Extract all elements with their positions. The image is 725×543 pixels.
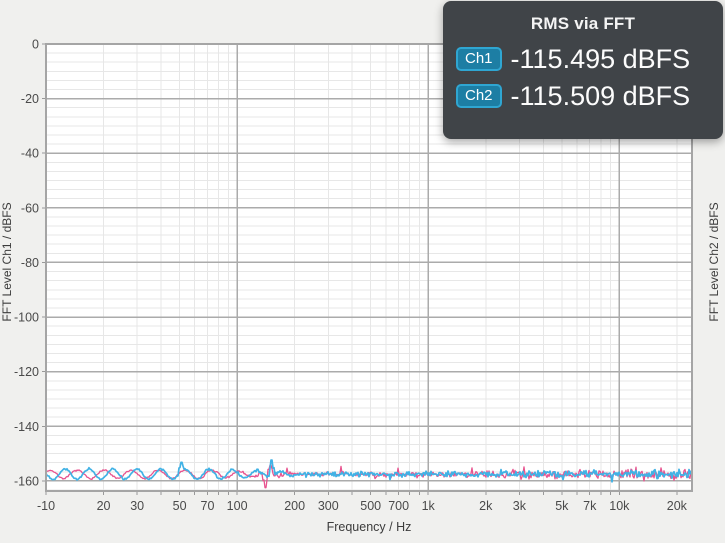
x-tick-label: 300	[318, 499, 339, 513]
x-tick-label: 1k	[422, 499, 436, 513]
ch1-badge[interactable]: Ch1	[456, 47, 502, 71]
x-tick-label: 50	[173, 499, 187, 513]
x-tick-label: 7k	[583, 499, 597, 513]
rms-panel-title: RMS via FFT	[443, 14, 723, 34]
y-tick-label: -60	[21, 201, 39, 215]
y-tick-label: -20	[21, 92, 39, 106]
y-tick-label: -140	[14, 420, 39, 434]
rms-row-ch2: Ch2 -115.509 dBFS	[456, 83, 723, 109]
rms-row-ch1: Ch1 -115.495 dBFS	[456, 46, 723, 72]
y-axis-title-ch1: FFT Level Ch1 / dBFS	[0, 172, 18, 352]
x-tick-label: 500	[360, 499, 381, 513]
x-tick-label: 700	[388, 499, 409, 513]
y-axis-title-ch2: FFT Level Ch2 / dBFS	[707, 172, 725, 352]
y-tick-label: -80	[21, 256, 39, 270]
x-tick-label: 3k	[513, 499, 527, 513]
x-tick-label: 70	[201, 499, 215, 513]
x-axis-title: Frequency / Hz	[46, 520, 692, 534]
ch1-rms-value: -115.495 dBFS	[511, 44, 691, 75]
x-tick-label: 100	[227, 499, 248, 513]
ch2-rms-value: -115.509 dBFS	[511, 81, 691, 112]
x-tick-label: 30	[130, 499, 144, 513]
ch2-badge[interactable]: Ch2	[456, 84, 502, 108]
rms-panel[interactable]: RMS via FFT Ch1 -115.495 dBFS Ch2 -115.5…	[443, 1, 723, 139]
fft-analyzer-screen: 0-20-40-60-80-100-120-140-160-1020305070…	[0, 0, 725, 543]
x-tick-label: 10k	[609, 499, 630, 513]
x-tick-label: 2k	[479, 499, 493, 513]
x-tick-label: 20k	[667, 499, 688, 513]
x-tick-label: 20	[97, 499, 111, 513]
x-tick-label: 200	[284, 499, 305, 513]
y-tick-label: -120	[14, 365, 39, 379]
y-tick-label: -160	[14, 474, 39, 488]
x-tick-label: -10	[37, 499, 55, 513]
x-tick-label: 5k	[555, 499, 569, 513]
y-tick-label: 0	[32, 38, 39, 52]
y-tick-label: -40	[21, 147, 39, 161]
